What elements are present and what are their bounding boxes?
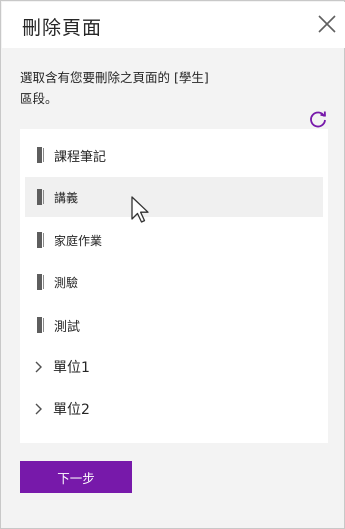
section-item-tests[interactable]: 測試 [25, 305, 323, 345]
section-icon [37, 274, 45, 290]
section-group-label: 單位2 [53, 402, 90, 418]
section-label: 課程筆記 [54, 149, 107, 165]
chevron-right-icon [35, 361, 42, 373]
section-item-homework[interactable]: 家庭作業 [25, 220, 323, 260]
section-icon [37, 317, 45, 333]
section-group-label: 單位1 [53, 360, 90, 376]
section-label: 測驗 [54, 275, 79, 290]
chevron-right-icon [35, 403, 42, 415]
section-label: 家庭作業 [54, 233, 103, 248]
section-group-unit1[interactable]: 單位1 [25, 347, 323, 387]
section-group-unit2[interactable]: 單位2 [25, 389, 323, 429]
mouse-cursor-icon [131, 196, 149, 223]
refresh-button[interactable] [307, 109, 329, 131]
dialog-header: 刪除頁面 [2, 2, 345, 48]
section-item-handouts[interactable]: 講義 [25, 177, 323, 217]
section-label: 測試 [54, 319, 81, 335]
section-icon [37, 147, 45, 163]
close-icon [318, 15, 336, 33]
refresh-icon [310, 111, 326, 128]
close-button[interactable] [315, 12, 339, 36]
section-icon [37, 232, 45, 248]
instruction-text: 選取含有您要刪除之頁面的 [學生] 區段。 [20, 70, 209, 106]
section-item-quizzes[interactable]: 測驗 [25, 262, 323, 302]
section-label: 講義 [54, 190, 79, 205]
delete-page-dialog: 刪除頁面 選取含有您要刪除之頁面的 [學生] 區段。 課程筆記 講義 家庭作業 [0, 0, 345, 529]
next-button[interactable]: 下一步 [20, 461, 132, 493]
dialog-title: 刪除頁面 [22, 17, 103, 39]
section-item-course-notes[interactable]: 課程筆記 [25, 135, 323, 175]
section-list: 課程筆記 講義 家庭作業 測驗 測試 單位1 單位2 [20, 129, 328, 443]
section-icon [37, 189, 45, 205]
